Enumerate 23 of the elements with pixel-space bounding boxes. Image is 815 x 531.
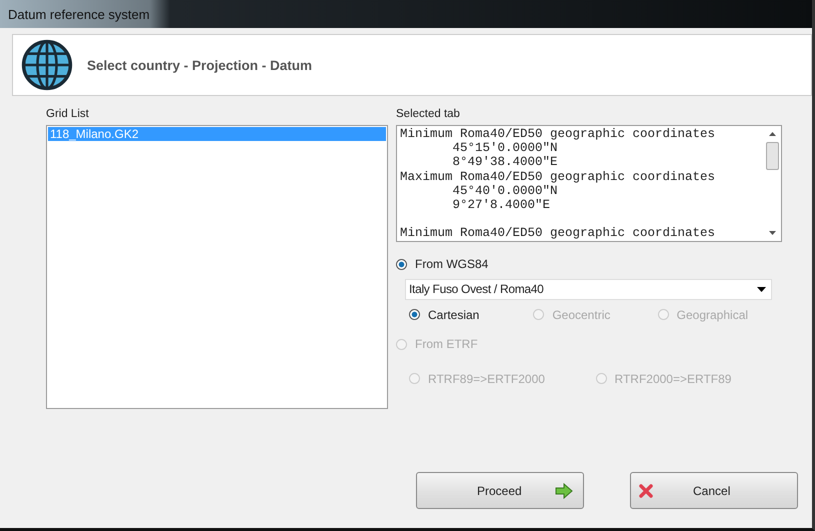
radio-label: Geocentric [552, 308, 610, 322]
dropdown-arrow-icon [757, 286, 766, 292]
coordinates-text-area[interactable]: Minimum Roma40/ED50 geographic coordinates 45°15'0.0000"N 8°49'38.4000"E Maximum Roma40/ED50 geographic coordinates 45°40'0.0000"N 9°27'8.4000"E Minimum Roma40/ED50 geographic coordinates [396, 125, 782, 242]
radio-label: RTRF2000=>ERTF89 [614, 372, 732, 386]
scroll-thumb[interactable] [766, 142, 779, 170]
header-title: Select country - Projection - Datum [87, 58, 312, 72]
projection-dropdown[interactable]: Italy Fuso Ovest / Roma40 [405, 278, 772, 300]
window-title: Datum reference system [7, 6, 150, 22]
arrow-right-icon [555, 482, 573, 498]
grid-list-label: Grid List [46, 108, 90, 120]
proceed-button[interactable]: Proceed [416, 472, 584, 509]
cross-icon [639, 484, 653, 498]
coordinates-text: Minimum Roma40/ED50 geographic coordinates 45°15'0.0000"N 8°49'38.4000"E Maximum Roma40/ED50 geographic coordinates 45°40'0.0000"N 9°27'8.4000"E Minimum Roma40/ED50 geographic coordinates [399, 126, 716, 241]
radio-label: Geographical [676, 308, 748, 322]
radio-button[interactable] [409, 309, 420, 320]
radio-button[interactable] [396, 258, 407, 270]
radio-label: RTRF89=>ERTF2000 [428, 372, 545, 386]
radio-label: From ETRF [415, 337, 478, 351]
globe-icon [21, 39, 73, 91]
radio-label: Cartesian [428, 308, 480, 322]
cancel-button[interactable]: Cancel [630, 472, 798, 509]
selected-tab-label: Selected tab [396, 108, 461, 120]
radio-label: From WGS84 [415, 257, 488, 271]
